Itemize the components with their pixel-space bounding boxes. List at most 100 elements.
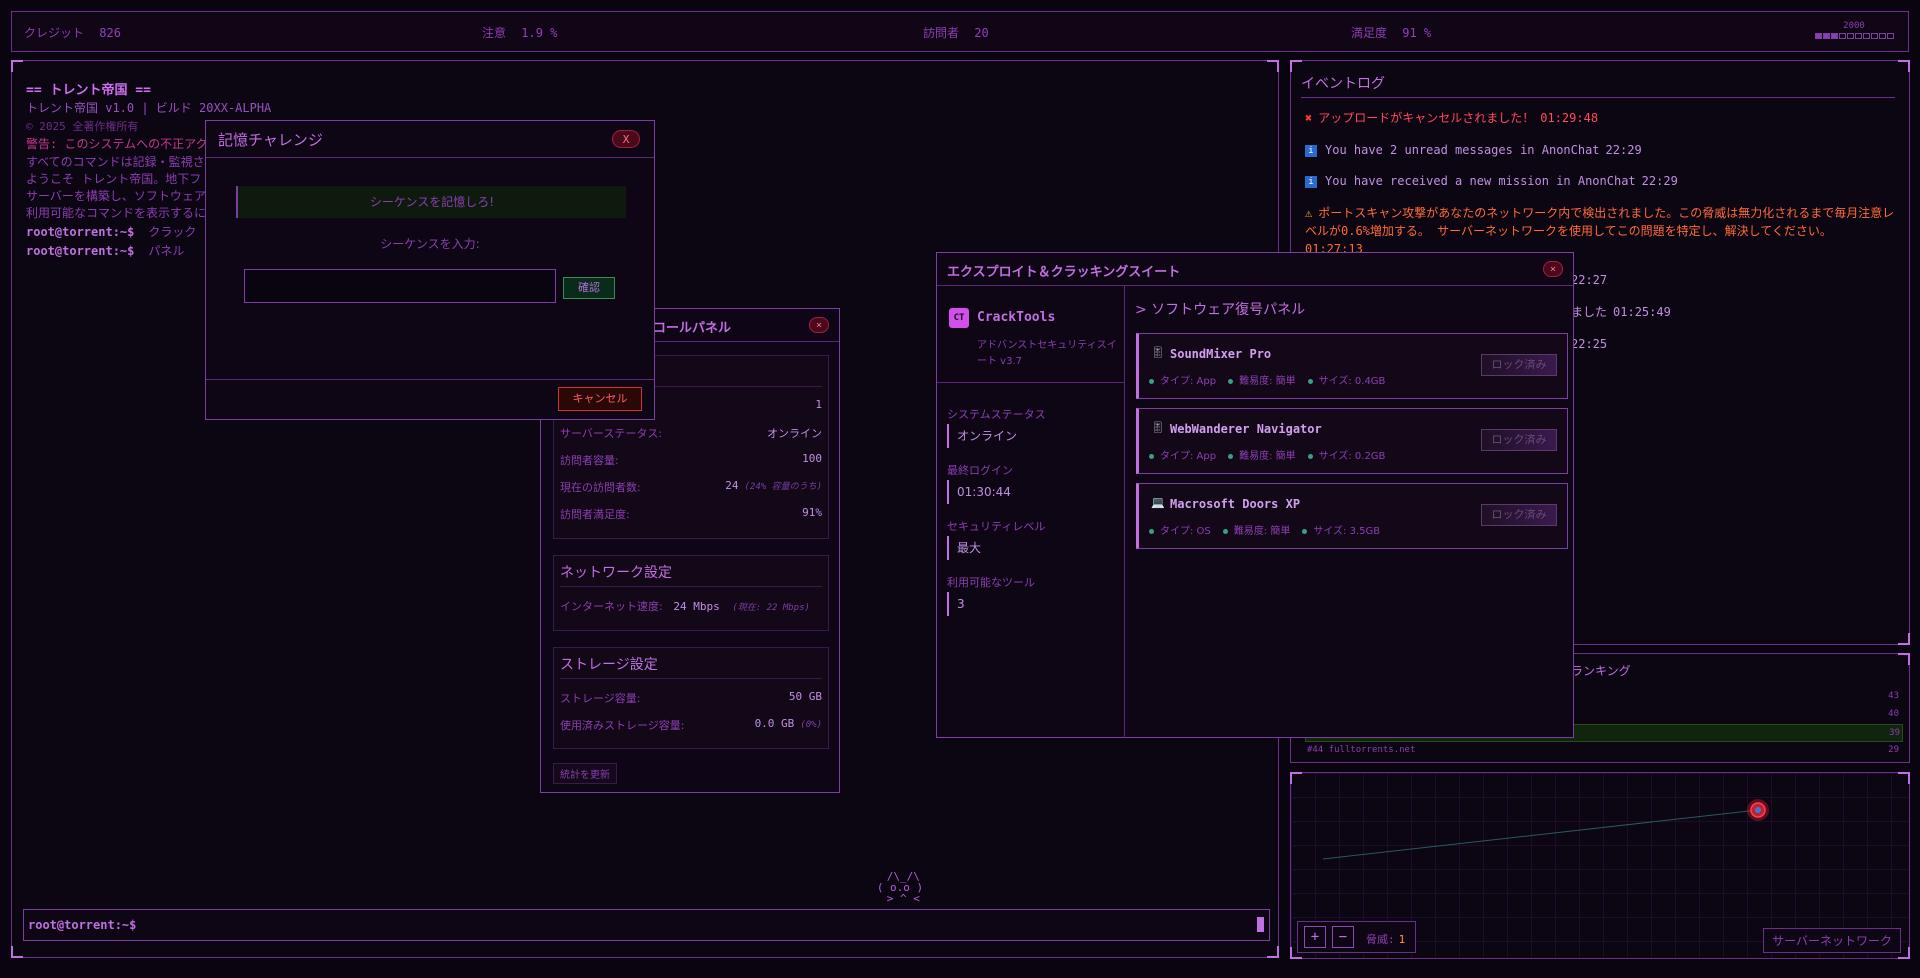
close-button[interactable]: X xyxy=(612,130,640,148)
terminal-history-line: root@torrent:~$ クラック xyxy=(26,223,196,240)
cancel-button[interactable]: キャンセル xyxy=(558,387,642,411)
progress-segment xyxy=(1846,33,1854,39)
event-log-title: イベントログ xyxy=(1301,76,1385,92)
threat-indicator: 脅威: 1 xyxy=(1366,931,1405,947)
locked-button[interactable]: ロック済み xyxy=(1481,429,1557,451)
setting-value: 24 (24% 容量のうち) xyxy=(725,479,822,492)
server-network-button[interactable]: サーバーネットワーク xyxy=(1763,928,1901,953)
credits-value: 826 xyxy=(99,26,121,40)
setting-value: 100 xyxy=(802,452,822,465)
node-core xyxy=(1755,807,1761,813)
software-name: WebWanderer Navigator xyxy=(1170,422,1322,436)
software-size: サイズ: 3.5GB xyxy=(1313,526,1381,537)
network-map-panel[interactable]: + − 脅威: 1 サーバーネットワーク xyxy=(1290,772,1910,959)
ranking-site: #44 fulltorrents.net xyxy=(1307,745,1416,755)
event-time: 22:25 xyxy=(1571,337,1608,351)
progress-segment xyxy=(1854,33,1862,39)
sequence-display: シーケンスを記憶しろ! xyxy=(236,186,626,218)
tool-name: CrackTools xyxy=(977,310,1056,325)
progress-bar xyxy=(1809,33,1899,39)
close-button[interactable]: × xyxy=(1543,261,1563,277)
confirm-button[interactable]: 確認 xyxy=(563,277,615,299)
software-size: サイズ: 0.2GB xyxy=(1318,451,1386,462)
software-type: タイプ: OS xyxy=(1160,526,1211,537)
security-label: セキュリティレベル xyxy=(947,520,1046,533)
tools-label: 利用可能なツール xyxy=(947,576,1035,589)
credits-label: クレジット xyxy=(24,26,85,40)
credits-stat: クレジット 826 xyxy=(24,24,121,41)
satisfaction-value: 91 % xyxy=(1402,26,1432,40)
software-meta: タイプ: App 難易度: 簡単 サイズ: 0.4GB xyxy=(1149,372,1385,387)
locked-button[interactable]: ロック済み xyxy=(1481,504,1557,526)
security-value: 最大 xyxy=(947,536,981,560)
terminal-warning: 警告: このシステムへの不正アク xyxy=(26,137,208,151)
laptop-icon: 💻 xyxy=(1151,496,1165,509)
software-type: タイプ: App xyxy=(1160,451,1217,462)
progress-segment xyxy=(1838,33,1846,39)
satisfaction-label: 満足度 xyxy=(1351,26,1388,40)
event-time: 22:29 xyxy=(1641,174,1678,188)
visitors-stat: 訪問者 20 xyxy=(923,24,989,41)
text-cursor xyxy=(1257,917,1264,932)
software-meta: タイプ: App 難易度: 簡単 サイズ: 0.2GB xyxy=(1149,447,1385,462)
zoom-out-button[interactable]: − xyxy=(1332,926,1354,948)
terminal-title: == トレント帝国 == xyxy=(26,83,151,98)
software-size: サイズ: 0.4GB xyxy=(1318,376,1386,387)
sequence-input[interactable] xyxy=(244,269,556,303)
progress-segment xyxy=(1822,33,1830,39)
software-meta: タイプ: OS 難易度: 簡単 サイズ: 3.5GB xyxy=(1149,522,1380,537)
software-difficulty: 難易度: 簡単 xyxy=(1239,451,1296,462)
event-item: 22:27 xyxy=(1571,271,1891,289)
dialog-titlebar[interactable]: 記憶チャレンジ X xyxy=(206,121,654,158)
refresh-stats-button[interactable]: 統計を更新 xyxy=(553,763,617,784)
cat-ascii-art: /\_/\ ( o.o ) > ^ < xyxy=(876,870,924,905)
software-card: 🎚 WebWanderer Navigator タイプ: App 難易度: 簡単 サ… xyxy=(1136,408,1568,474)
terminal-prompt: root@torrent:~$ xyxy=(26,225,135,239)
ranking-title: ランキング xyxy=(1571,664,1631,678)
command-input[interactable]: root@torrent:~$ xyxy=(23,909,1270,941)
section-title: ストレージ設定 xyxy=(560,657,658,673)
tool-description: アドバンストセキュリティスイート v3.7 xyxy=(977,340,1117,367)
exploit-titlebar[interactable]: エクスプロイト＆クラッキングスイート × xyxy=(937,253,1573,286)
terminal-log-notice: すべてのコマンドは記録・監視さ xyxy=(26,155,205,169)
network-link xyxy=(1322,809,1759,860)
terminal-version: トレント帝国 v1.0 | ビルド 20XX-ALPHA xyxy=(26,101,272,115)
setting-row: インターネット速度: 24 Mbps (現在: 22 Mbps) xyxy=(560,598,822,616)
info-icon: i xyxy=(1305,144,1317,157)
dialog-title: 記憶チャレンジ xyxy=(218,131,323,149)
history-command: クラック xyxy=(148,225,197,239)
setting-row: 使用済みストレージ容量: 0.0 GB (0%) xyxy=(560,717,822,735)
close-button[interactable]: × xyxy=(809,317,829,333)
setting-key: 現在の訪問者数: xyxy=(560,481,641,494)
setting-row: 訪問者満足度: 91% xyxy=(560,506,822,524)
decrypt-panel-title: > ソフトウェア復号パネル xyxy=(1135,302,1306,318)
setting-value: 24 Mbps xyxy=(673,600,720,613)
progress-segment xyxy=(1886,33,1894,39)
setting-key: インターネット速度: xyxy=(560,600,663,613)
setting-row: サーバーステータス: オンライン xyxy=(560,425,822,443)
caution-label: 注意 xyxy=(482,26,507,40)
ranking-row: #44 fulltorrents.net 29 xyxy=(1305,742,1901,758)
event-item: ✖ アップロードがキャンセルされました！ 01:29:48 xyxy=(1305,109,1895,127)
status-label: システムステータス xyxy=(947,408,1046,421)
locked-button[interactable]: ロック済み xyxy=(1481,354,1557,376)
memory-challenge-dialog: 記憶チャレンジ X シーケンスを記憶しろ! シーケンスを入力: 確認 キャンセル xyxy=(205,120,655,420)
event-time: 01:25:49 xyxy=(1613,305,1671,319)
ranking-score: 40 xyxy=(1888,709,1899,719)
software-difficulty: 難易度: 簡単 xyxy=(1239,376,1296,387)
event-item: ました 01:25:49 xyxy=(1571,303,1891,321)
mixer-icon: 🎚 xyxy=(1151,346,1165,359)
map-controls: + − 脅威: 1 xyxy=(1297,921,1416,953)
storage-settings-section: ストレージ設定 ストレージ容量: 50 GB 使用済みストレージ容量: 0.0 … xyxy=(553,647,829,749)
setting-value: 50 GB xyxy=(788,690,822,703)
event-text: ました xyxy=(1571,305,1608,319)
setting-key: サーバーステータス: xyxy=(560,427,663,440)
terminal-help-hint: 利用可能なコマンドを表示するに xyxy=(26,206,207,220)
progress-label: 2000 xyxy=(1843,21,1865,31)
setting-row: 現在の訪問者数: 24 (24% 容量のうち) xyxy=(560,479,822,497)
threat-label: 脅威: xyxy=(1366,933,1395,946)
zoom-in-button[interactable]: + xyxy=(1304,926,1326,948)
info-icon: i xyxy=(1305,175,1317,188)
value-main: 0.0 GB xyxy=(754,717,795,730)
terminal-instructions: サーバーを構築し、ソフトウェア xyxy=(26,189,206,203)
